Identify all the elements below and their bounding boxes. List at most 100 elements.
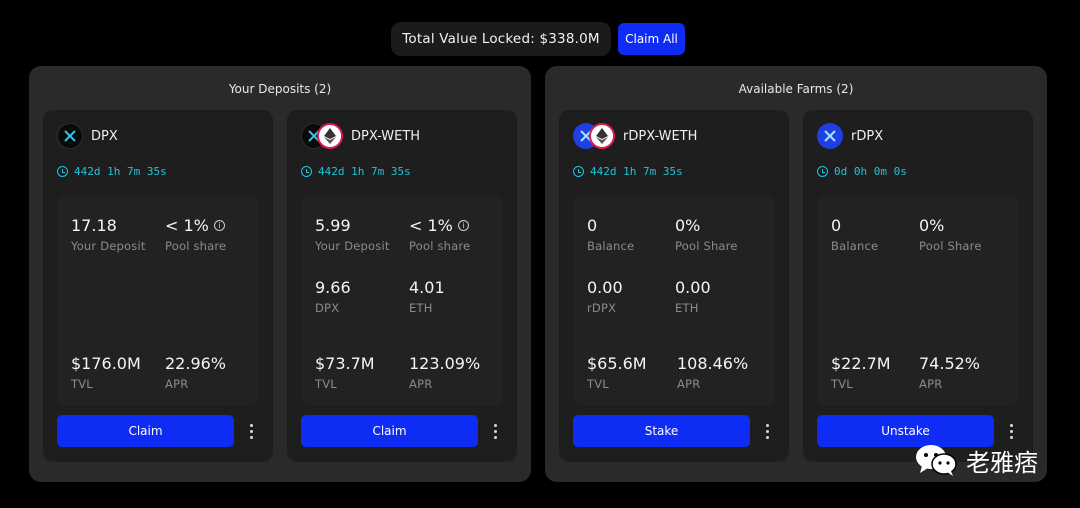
stats-box: 0 Balance 0% Pool Share $22.7M TVL 74.52… bbox=[817, 196, 1019, 406]
apr-stat: 74.52% APR bbox=[919, 354, 980, 391]
stat-label: APR bbox=[165, 377, 189, 391]
your-deposits-panel: Your Deposits (2) DPX 442d 1h 7m 35s 17.… bbox=[29, 66, 531, 482]
timer-text: 0d 0h 0m 0s bbox=[834, 165, 907, 178]
eth-icon bbox=[317, 123, 343, 149]
stake-button[interactable]: Stake bbox=[573, 415, 750, 447]
eth-amount-stat: 0.00 ETH bbox=[675, 278, 711, 315]
clock-icon bbox=[57, 166, 68, 177]
stats-box: 17.18 Your Deposit < 1% i Pool share $176… bbox=[57, 196, 259, 406]
token-name: DPX-WETH bbox=[351, 128, 421, 144]
stat-label: APR bbox=[409, 377, 433, 391]
stat-value: $22.7M bbox=[831, 354, 891, 373]
rdpx-icon bbox=[817, 123, 843, 149]
card-header: rDPX-WETH bbox=[573, 122, 697, 150]
stat-label: Your Deposit bbox=[315, 239, 390, 253]
eth-icon bbox=[589, 123, 615, 149]
info-icon[interactable]: i bbox=[213, 220, 225, 231]
stat-value: 22.96% bbox=[165, 354, 227, 373]
panel-title: Your Deposits (2) bbox=[228, 82, 332, 96]
stat-value: < 1% bbox=[409, 216, 453, 235]
watermark-text: 老雅痞 bbox=[966, 448, 1038, 477]
pool-share-stat: < 1% i Pool share bbox=[165, 216, 226, 253]
clock-icon bbox=[573, 166, 584, 177]
stat-value: 0% bbox=[675, 216, 701, 235]
stat-label: TVL bbox=[587, 377, 609, 391]
your-deposit-stat: 5.99 Your Deposit bbox=[315, 216, 390, 253]
tvl-stat: $176.0M TVL bbox=[71, 354, 141, 391]
farm-card-rdpx: rDPX 0d 0h 0m 0s 0 Balance 0% Pool Share… bbox=[803, 110, 1033, 462]
wechat-icon bbox=[914, 443, 958, 477]
stat-value: 0.00 bbox=[587, 278, 623, 297]
dpx-amount-stat: 9.66 DPX bbox=[315, 278, 351, 315]
pool-share-stat: 0% Pool Share bbox=[919, 216, 982, 253]
claim-all-button[interactable]: Claim All bbox=[618, 23, 685, 55]
more-options-icon[interactable] bbox=[1004, 421, 1018, 441]
stat-value: 74.52% bbox=[919, 354, 981, 373]
more-options-icon[interactable] bbox=[244, 421, 258, 441]
stat-value: 5.99 bbox=[315, 216, 351, 235]
farm-card-rdpx-weth: rDPX-WETH 442d 1h 7m 35s 0 Balance 0% Po… bbox=[559, 110, 789, 462]
stats-box: 5.99 Your Deposit < 1% i Pool share 9.66 … bbox=[301, 196, 503, 406]
tvl-stat: $22.7M TVL bbox=[831, 354, 891, 391]
total-value-locked-pill: Total Value Locked: $338.0M bbox=[391, 22, 611, 56]
countdown-timer: 442d 1h 7m 35s bbox=[573, 165, 683, 178]
token-name: rDPX bbox=[851, 128, 884, 144]
stat-value: 0.00 bbox=[675, 278, 711, 297]
stat-value: $176.0M bbox=[71, 354, 141, 373]
stat-value: $73.7M bbox=[315, 354, 375, 373]
farm-card-dpx-weth: DPX-WETH 442d 1h 7m 35s 5.99 Your Deposi… bbox=[287, 110, 517, 462]
tvl-stat: $65.6M TVL bbox=[587, 354, 647, 391]
stat-label: ETH bbox=[675, 301, 699, 315]
stat-label: TVL bbox=[71, 377, 93, 391]
claim-button[interactable]: Claim bbox=[57, 415, 234, 447]
stat-value: $65.6M bbox=[587, 354, 647, 373]
stat-label: Your Deposit bbox=[71, 239, 146, 253]
stat-value: 123.09% bbox=[409, 354, 481, 373]
stats-box: 0 Balance 0% Pool Share 0.00 rDPX 0.00 E… bbox=[573, 196, 775, 406]
stat-label: rDPX bbox=[587, 301, 617, 315]
eth-amount-stat: 4.01 ETH bbox=[409, 278, 445, 315]
apr-stat: 108.46% APR bbox=[677, 354, 748, 391]
panel-title: Available Farms (2) bbox=[738, 82, 854, 96]
clock-icon bbox=[301, 166, 312, 177]
stat-label: Balance bbox=[831, 239, 879, 253]
stat-value: 9.66 bbox=[315, 278, 351, 297]
timer-text: 442d 1h 7m 35s bbox=[74, 165, 167, 178]
rdpx-amount-stat: 0.00 rDPX bbox=[587, 278, 623, 315]
card-header: rDPX bbox=[817, 122, 883, 150]
token-pair-icons bbox=[301, 123, 343, 149]
timer-text: 442d 1h 7m 35s bbox=[590, 165, 683, 178]
stat-label: ETH bbox=[409, 301, 433, 315]
card-header: DPX bbox=[57, 122, 118, 150]
claim-button[interactable]: Claim bbox=[301, 415, 478, 447]
pool-share-stat: < 1% i Pool share bbox=[409, 216, 470, 253]
token-name: rDPX-WETH bbox=[623, 128, 698, 144]
apr-stat: 123.09% APR bbox=[409, 354, 480, 391]
stat-label: APR bbox=[677, 377, 701, 391]
stat-value: < 1% bbox=[165, 216, 209, 235]
stat-value: 0 bbox=[831, 216, 842, 235]
apr-stat: 22.96% APR bbox=[165, 354, 226, 391]
dpx-icon bbox=[57, 123, 83, 149]
your-deposit-stat: 17.18 Your Deposit bbox=[71, 216, 146, 253]
token-name: DPX bbox=[91, 128, 118, 144]
stat-value: 0% bbox=[919, 216, 945, 235]
tvl-text: Total Value Locked: $338.0M bbox=[402, 31, 600, 47]
stat-label: TVL bbox=[831, 377, 853, 391]
stat-label: TVL bbox=[315, 377, 337, 391]
stat-label: APR bbox=[919, 377, 943, 391]
more-options-icon[interactable] bbox=[760, 421, 774, 441]
balance-stat: 0 Balance bbox=[587, 216, 634, 253]
stat-label: DPX bbox=[315, 301, 340, 315]
tvl-stat: $73.7M TVL bbox=[315, 354, 375, 391]
available-farms-panel: Available Farms (2) rDPX-WETH 442d 1h 7m… bbox=[545, 66, 1047, 482]
stat-label: Pool Share bbox=[919, 239, 982, 253]
countdown-timer: 0d 0h 0m 0s bbox=[817, 165, 907, 178]
countdown-timer: 442d 1h 7m 35s bbox=[301, 165, 411, 178]
countdown-timer: 442d 1h 7m 35s bbox=[57, 165, 167, 178]
more-options-icon[interactable] bbox=[488, 421, 502, 441]
wechat-watermark: 老雅痞 bbox=[914, 440, 1038, 480]
stat-label: Pool share bbox=[165, 239, 227, 253]
stat-label: Pool Share bbox=[675, 239, 738, 253]
info-icon[interactable]: i bbox=[457, 220, 469, 231]
